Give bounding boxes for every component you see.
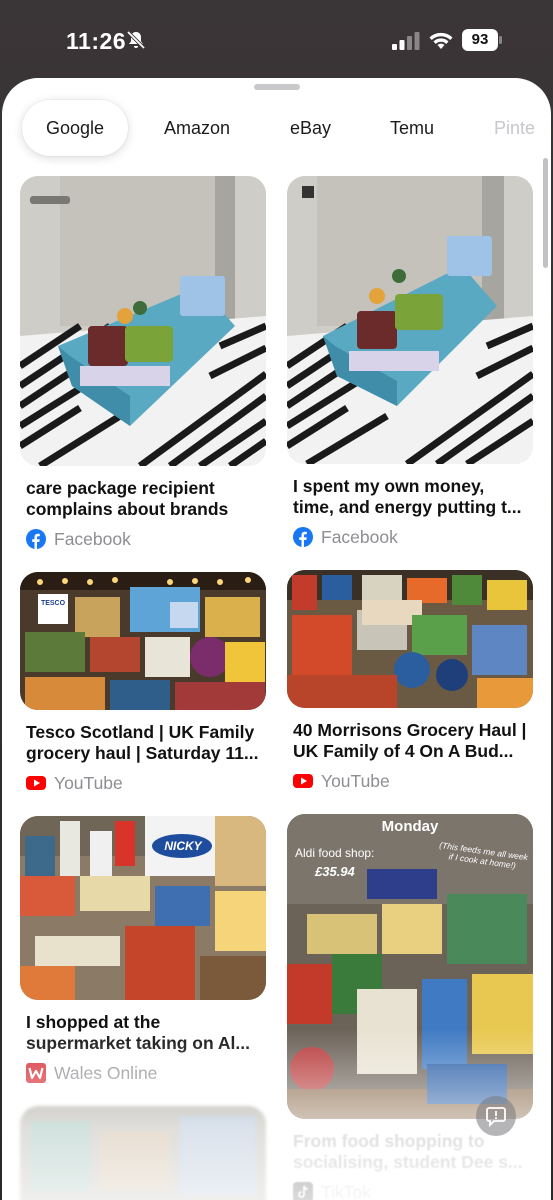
source-name: YouTube bbox=[54, 772, 123, 793]
result-image[interactable] bbox=[20, 176, 266, 466]
source-name: Facebook bbox=[54, 528, 131, 549]
result-source: YouTube bbox=[287, 770, 533, 792]
feedback-icon bbox=[486, 1107, 506, 1127]
sheet-grabber[interactable] bbox=[254, 84, 300, 90]
source-name: Facebook bbox=[321, 526, 398, 547]
tab-ebay[interactable]: eBay bbox=[290, 100, 331, 156]
result-source: Wales Online bbox=[20, 1062, 266, 1084]
nicky-logo: NICKY bbox=[164, 839, 202, 853]
result-source: Facebook bbox=[287, 526, 533, 548]
result-title[interactable]: I spent my own money, time, and energy p… bbox=[287, 476, 527, 518]
facebook-icon bbox=[26, 529, 46, 549]
tesco-logo: TESCO bbox=[40, 600, 66, 607]
battery-level: 93 bbox=[471, 31, 489, 48]
tab-google[interactable]: Google bbox=[22, 100, 129, 156]
result-image[interactable] bbox=[287, 176, 533, 464]
result-card[interactable]: care package recipient complains about b… bbox=[20, 176, 266, 550]
result-image[interactable]: TESCO bbox=[20, 572, 266, 710]
scrollbar[interactable] bbox=[543, 158, 548, 268]
tab-amazon[interactable]: Amazon bbox=[164, 100, 230, 156]
source-name: YouTube bbox=[321, 770, 390, 791]
status-time: 11:26 bbox=[66, 28, 127, 54]
youtube-icon bbox=[293, 774, 313, 788]
signal-icon bbox=[392, 32, 420, 50]
wales-online-icon bbox=[26, 1063, 46, 1083]
tab-temu[interactable]: Temu bbox=[390, 100, 434, 156]
result-image[interactable] bbox=[287, 570, 533, 708]
tab-pinterest[interactable]: Pinte bbox=[494, 100, 535, 156]
source-name: TikTok bbox=[321, 1181, 371, 1200]
wifi-icon bbox=[429, 32, 453, 49]
result-card[interactable]: TESCO Tesco Scotland | UK Family grocery… bbox=[20, 572, 266, 794]
result-source: TikTok bbox=[287, 1181, 533, 1200]
result-card[interactable] bbox=[20, 1106, 266, 1200]
image-aldi-price: £35.94 bbox=[315, 864, 355, 879]
shopping-tabs: Google Amazon eBay Temu Pinte bbox=[2, 100, 551, 156]
status-bar: 11:26 93 bbox=[0, 0, 553, 80]
result-image[interactable]: NICKY bbox=[20, 816, 266, 1000]
result-title[interactable]: From food shopping to socialising, stude… bbox=[287, 1131, 527, 1173]
source-name: Wales Online bbox=[54, 1062, 158, 1083]
facebook-icon bbox=[293, 527, 313, 547]
result-image[interactable] bbox=[20, 1106, 266, 1200]
result-title[interactable]: 40 Morrisons Grocery Haul | UK Family of… bbox=[287, 720, 527, 762]
result-card[interactable]: 40 Morrisons Grocery Haul | UK Family of… bbox=[287, 570, 533, 792]
result-card[interactable]: I spent my own money, time, and energy p… bbox=[287, 176, 533, 548]
result-title[interactable]: care package recipient complains about b… bbox=[20, 478, 260, 520]
result-card[interactable]: Monday Aldi food shop: £35.94 (This feed… bbox=[287, 814, 533, 1200]
result-image[interactable]: Monday Aldi food shop: £35.94 (This feed… bbox=[287, 814, 533, 1119]
image-aldi-label: Aldi food shop: bbox=[295, 846, 375, 860]
result-title[interactable]: Tesco Scotland | UK Family grocery haul … bbox=[20, 722, 260, 764]
feedback-button[interactable] bbox=[476, 1096, 516, 1136]
result-title[interactable]: I shopped at the supermarket taking on A… bbox=[20, 1012, 260, 1054]
bell-slash-icon bbox=[126, 30, 146, 50]
result-source: Facebook bbox=[20, 528, 266, 550]
tiktok-icon bbox=[293, 1182, 313, 1200]
result-source: YouTube bbox=[20, 772, 266, 794]
result-card[interactable]: NICKY I shopped at the supermarket takin… bbox=[20, 816, 266, 1084]
youtube-icon bbox=[26, 776, 46, 790]
image-monday-label: Monday bbox=[381, 818, 439, 835]
results-sheet[interactable]: Google Amazon eBay Temu Pinte care packa… bbox=[2, 78, 551, 1200]
